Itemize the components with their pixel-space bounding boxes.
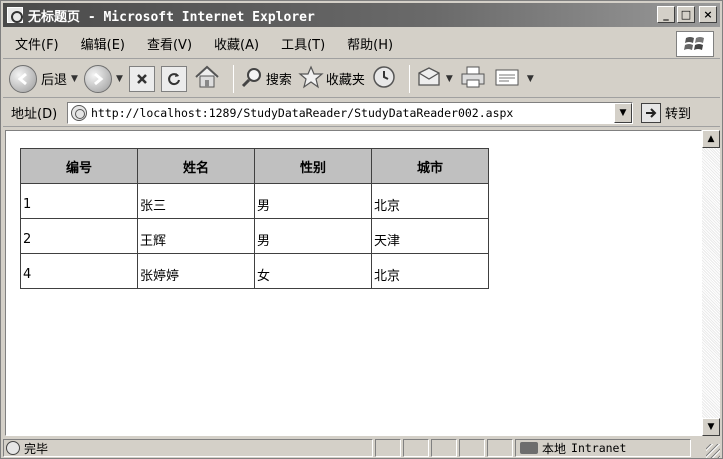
search-button[interactable]: 搜索 xyxy=(240,65,292,93)
security-zone: 本地 Intranet xyxy=(515,439,691,457)
minimize-button[interactable]: _ xyxy=(657,6,675,23)
address-dropdown-icon[interactable]: ▼ xyxy=(614,102,632,123)
stop-button[interactable] xyxy=(128,65,155,92)
forward-arrow-icon xyxy=(83,64,112,93)
table-cell: 4 xyxy=(20,253,138,289)
table-cell: 张婷婷 xyxy=(137,253,255,289)
status-cell xyxy=(375,439,401,457)
star-icon xyxy=(298,64,324,93)
data-table: 编号 姓名 性别 城市 1 张三 男 北京 2 王辉 男 天津 4 张婷婷 女 … xyxy=(20,148,489,289)
forward-dropdown-icon[interactable]: ▼ xyxy=(116,74,123,84)
status-cell xyxy=(487,439,513,457)
title-bar: 无标题页 - Microsoft Internet Explorer _ □ × xyxy=(3,3,720,27)
edit-icon xyxy=(493,65,523,93)
toolbar-separator-2 xyxy=(408,64,410,93)
back-dropdown-icon[interactable]: ▼ xyxy=(71,74,78,84)
done-page-icon xyxy=(6,441,20,455)
page-content: 编号 姓名 性别 城市 1 张三 男 北京 2 王辉 男 天津 4 张婷婷 女 … xyxy=(5,130,702,436)
refresh-icon xyxy=(160,65,187,92)
table-cell: 北京 xyxy=(371,183,489,219)
menu-tools[interactable]: 工具(T) xyxy=(269,34,335,53)
edit-dropdown-icon[interactable]: ▼ xyxy=(527,74,534,84)
scroll-down-icon[interactable]: ▼ xyxy=(702,418,720,436)
vertical-scrollbar[interactable]: ▲ ▼ xyxy=(702,130,720,436)
status-cell xyxy=(459,439,485,457)
table-cell: 1 xyxy=(20,183,138,219)
table-cell: 男 xyxy=(254,218,372,254)
history-icon xyxy=(371,64,397,94)
table-cell: 女 xyxy=(254,253,372,289)
printer-icon xyxy=(459,64,487,94)
back-arrow-icon xyxy=(9,64,37,93)
ie-page-icon xyxy=(7,7,23,23)
toolbar-separator xyxy=(232,64,234,93)
window-title: 无标题页 - Microsoft Internet Explorer xyxy=(28,9,315,25)
table-cell: 北京 xyxy=(371,253,489,289)
menu-file[interactable]: 文件(F) xyxy=(3,34,69,53)
status-text: 完毕 xyxy=(24,441,49,456)
browser-window: 无标题页 - Microsoft Internet Explorer _ □ ×… xyxy=(0,0,723,459)
print-button[interactable] xyxy=(459,64,487,94)
go-arrow-icon xyxy=(641,102,661,123)
back-label: 后退 xyxy=(41,73,68,88)
search-icon xyxy=(240,65,264,93)
intranet-zone-icon xyxy=(520,442,538,454)
table-row: 4 张婷婷 女 北京 xyxy=(20,253,489,289)
mail-button[interactable]: ▼ xyxy=(416,65,453,93)
table-cell: 王辉 xyxy=(137,218,255,254)
table-header-gender: 性别 xyxy=(254,148,372,184)
address-input[interactable]: http://localhost:1289/StudyDataReader/St… xyxy=(67,101,633,124)
address-label: 地址(D) xyxy=(11,107,58,122)
mail-dropdown-icon[interactable]: ▼ xyxy=(446,74,453,84)
table-row: 2 王辉 男 天津 xyxy=(20,218,489,254)
go-label: 转到 xyxy=(665,107,692,122)
table-cell: 天津 xyxy=(371,218,489,254)
menu-view[interactable]: 查看(V) xyxy=(135,34,202,53)
history-button[interactable] xyxy=(371,64,397,94)
home-icon xyxy=(193,64,221,94)
windows-logo-icon xyxy=(676,31,714,57)
favorites-label: 收藏夹 xyxy=(325,73,365,88)
stop-icon xyxy=(128,65,155,92)
table-row: 1 张三 男 北京 xyxy=(20,183,489,219)
forward-button[interactable]: ▼ xyxy=(83,64,123,93)
menu-bar: 文件(F) 编辑(E) 查看(V) 收藏(A) 工具(T) 帮助(H) xyxy=(3,29,720,59)
address-bar: 地址(D) http://localhost:1289/StudyDataRea… xyxy=(3,99,720,127)
search-label: 搜索 xyxy=(265,73,292,88)
address-url[interactable]: http://localhost:1289/StudyDataReader/St… xyxy=(91,106,513,120)
page-icon xyxy=(71,104,87,121)
maximize-button[interactable]: □ xyxy=(677,6,695,23)
status-panel: 完毕 xyxy=(3,439,373,457)
table-cell: 2 xyxy=(20,218,138,254)
table-header-name: 姓名 xyxy=(137,148,255,184)
table-header-row: 编号 姓名 性别 城市 xyxy=(20,148,489,184)
home-button[interactable] xyxy=(193,64,221,94)
table-cell: 男 xyxy=(254,183,372,219)
go-button[interactable]: 转到 xyxy=(641,102,692,123)
table-cell: 张三 xyxy=(137,183,255,219)
zone-label-en: Intranet xyxy=(571,441,627,455)
status-cell xyxy=(403,439,429,457)
menu-edit[interactable]: 编辑(E) xyxy=(69,34,135,53)
mail-icon xyxy=(416,65,442,93)
standard-toolbar: 后退 ▼ ▼ 搜索 收藏夹 ▼ ▼ xyxy=(3,60,720,98)
status-bar: 完毕 本地 Intranet xyxy=(3,438,720,458)
table-header-city: 城市 xyxy=(371,148,489,184)
edit-button[interactable]: ▼ xyxy=(493,65,534,93)
resize-grip-icon[interactable] xyxy=(706,444,720,458)
close-button[interactable]: × xyxy=(699,6,717,23)
status-cell xyxy=(431,439,457,457)
scroll-up-icon[interactable]: ▲ xyxy=(702,130,720,148)
back-button[interactable]: 后退 ▼ xyxy=(9,64,78,93)
menu-help[interactable]: 帮助(H) xyxy=(335,34,403,53)
favorites-button[interactable]: 收藏夹 xyxy=(298,64,365,93)
window-controls: _ □ × xyxy=(657,6,717,23)
zone-label-cn: 本地 xyxy=(542,441,567,456)
refresh-button[interactable] xyxy=(160,65,187,92)
menu-favorites[interactable]: 收藏(A) xyxy=(202,34,269,53)
table-header-id: 编号 xyxy=(20,148,138,184)
